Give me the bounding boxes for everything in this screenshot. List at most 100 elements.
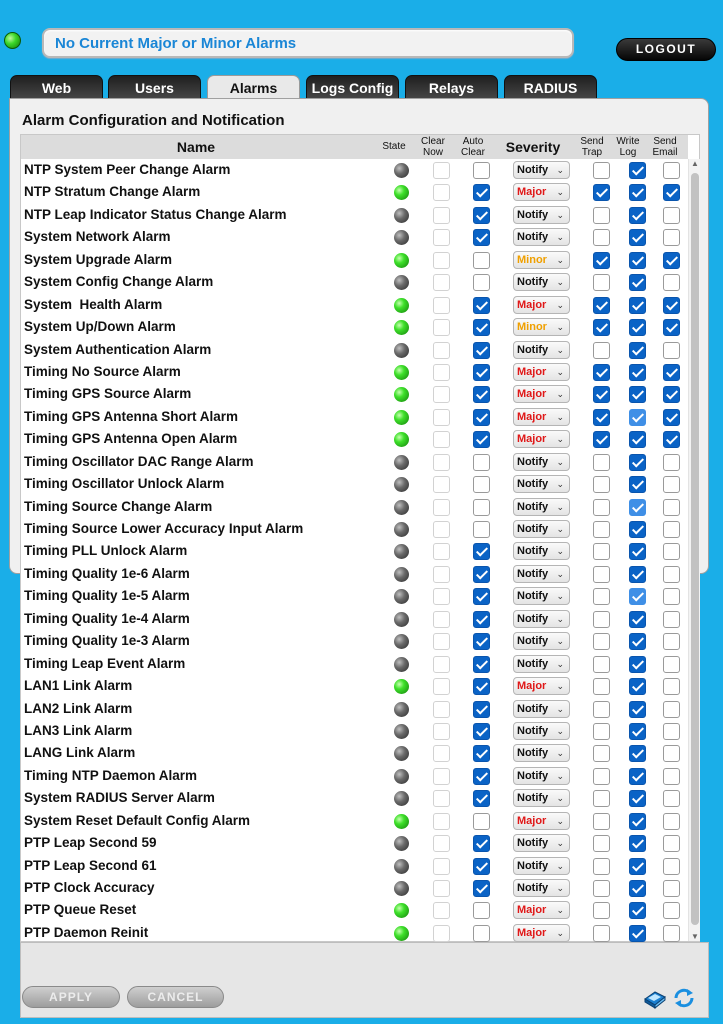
send-trap-checkbox[interactable] — [593, 476, 610, 494]
send-email-checkbox[interactable] — [663, 767, 680, 785]
auto-clear-checkbox[interactable] — [473, 700, 490, 718]
severity-select[interactable]: Notify ⌄ — [513, 542, 570, 561]
write-log-checkbox[interactable] — [629, 835, 646, 853]
write-log-checkbox[interactable] — [629, 543, 646, 561]
auto-clear-checkbox[interactable] — [473, 790, 490, 808]
severity-select[interactable]: Notify ⌄ — [513, 452, 570, 471]
severity-select[interactable]: Major ⌄ — [513, 430, 570, 449]
auto-clear-checkbox[interactable] — [473, 902, 490, 920]
tab-relays[interactable]: Relays — [405, 75, 498, 99]
write-log-checkbox[interactable] — [629, 162, 646, 179]
severity-select[interactable]: Major ⌄ — [513, 295, 570, 314]
write-log-checkbox[interactable] — [629, 229, 646, 247]
send-trap-checkbox[interactable] — [593, 588, 610, 606]
severity-select[interactable]: Notify ⌄ — [513, 721, 570, 740]
auto-clear-checkbox[interactable] — [473, 767, 490, 785]
write-log-checkbox[interactable] — [629, 251, 646, 269]
auto-clear-checkbox[interactable] — [473, 498, 490, 516]
auto-clear-checkbox[interactable] — [473, 363, 490, 381]
write-log-checkbox[interactable] — [629, 498, 646, 516]
write-log-checkbox[interactable] — [629, 296, 646, 314]
severity-select[interactable]: Major ⌄ — [513, 183, 570, 202]
logout-button[interactable]: LOGOUT — [616, 38, 716, 61]
write-log-checkbox[interactable] — [629, 386, 646, 404]
severity-select[interactable]: Notify ⌄ — [513, 564, 570, 583]
write-log-checkbox[interactable] — [629, 880, 646, 897]
severity-select[interactable]: Notify ⌄ — [513, 654, 570, 673]
severity-select[interactable]: Notify ⌄ — [513, 273, 570, 292]
tab-web[interactable]: Web — [10, 75, 103, 99]
auto-clear-checkbox[interactable] — [473, 857, 490, 875]
send-trap-checkbox[interactable] — [593, 924, 610, 942]
send-email-checkbox[interactable] — [663, 363, 680, 381]
send-email-checkbox[interactable] — [663, 206, 680, 224]
tab-radius[interactable]: RADIUS — [504, 75, 597, 99]
severity-select[interactable]: Notify ⌄ — [513, 228, 570, 247]
auto-clear-checkbox[interactable] — [473, 812, 490, 830]
send-trap-checkbox[interactable] — [593, 610, 610, 628]
send-email-checkbox[interactable] — [663, 408, 680, 426]
write-log-checkbox[interactable] — [629, 565, 646, 583]
write-log-checkbox[interactable] — [629, 812, 646, 830]
send-email-checkbox[interactable] — [663, 431, 680, 449]
severity-select[interactable]: Notify ⌄ — [513, 340, 570, 359]
severity-select[interactable]: Major ⌄ — [513, 407, 570, 426]
write-log-checkbox[interactable] — [629, 655, 646, 673]
auto-clear-checkbox[interactable] — [473, 633, 490, 651]
write-log-checkbox[interactable] — [629, 408, 646, 426]
tab-logs-config[interactable]: Logs Config — [306, 75, 399, 99]
severity-select[interactable]: Notify ⌄ — [513, 475, 570, 494]
send-email-checkbox[interactable] — [663, 319, 680, 337]
write-log-checkbox[interactable] — [629, 722, 646, 740]
write-log-checkbox[interactable] — [629, 319, 646, 337]
severity-select[interactable]: Minor ⌄ — [513, 250, 570, 269]
scroll-up-icon[interactable]: ▲ — [691, 159, 699, 168]
send-email-checkbox[interactable] — [663, 296, 680, 314]
send-trap-checkbox[interactable] — [593, 498, 610, 516]
send-trap-checkbox[interactable] — [593, 453, 610, 471]
send-email-checkbox[interactable] — [663, 521, 680, 538]
severity-select[interactable]: Major ⌄ — [513, 362, 570, 381]
send-email-checkbox[interactable] — [663, 655, 680, 673]
send-email-checkbox[interactable] — [663, 700, 680, 718]
send-trap-checkbox[interactable] — [593, 722, 610, 740]
auto-clear-checkbox[interactable] — [473, 251, 490, 269]
severity-select[interactable]: Notify ⌄ — [513, 699, 570, 718]
send-email-checkbox[interactable] — [663, 610, 680, 628]
send-trap-checkbox[interactable] — [593, 880, 610, 897]
send-trap-checkbox[interactable] — [593, 857, 610, 875]
severity-select[interactable]: Notify ⌄ — [513, 766, 570, 785]
send-trap-checkbox[interactable] — [593, 655, 610, 673]
write-log-checkbox[interactable] — [629, 790, 646, 808]
auto-clear-checkbox[interactable] — [473, 521, 490, 538]
send-trap-checkbox[interactable] — [593, 296, 610, 314]
send-trap-checkbox[interactable] — [593, 431, 610, 449]
write-log-checkbox[interactable] — [629, 700, 646, 718]
send-email-checkbox[interactable] — [663, 274, 680, 292]
send-email-checkbox[interactable] — [663, 857, 680, 875]
apply-button[interactable]: APPLY — [22, 986, 120, 1008]
write-log-checkbox[interactable] — [629, 857, 646, 875]
auto-clear-checkbox[interactable] — [473, 565, 490, 583]
auto-clear-checkbox[interactable] — [473, 543, 490, 561]
send-trap-checkbox[interactable] — [593, 521, 610, 538]
write-log-checkbox[interactable] — [629, 610, 646, 628]
auto-clear-checkbox[interactable] — [473, 678, 490, 696]
send-email-checkbox[interactable] — [663, 722, 680, 740]
send-trap-checkbox[interactable] — [593, 902, 610, 920]
write-log-checkbox[interactable] — [629, 767, 646, 785]
send-trap-checkbox[interactable] — [593, 790, 610, 808]
write-log-checkbox[interactable] — [629, 521, 646, 538]
auto-clear-checkbox[interactable] — [473, 408, 490, 426]
send-trap-checkbox[interactable] — [593, 565, 610, 583]
send-email-checkbox[interactable] — [663, 565, 680, 583]
severity-select[interactable]: Major ⌄ — [513, 901, 570, 920]
send-email-checkbox[interactable] — [663, 902, 680, 920]
auto-clear-checkbox[interactable] — [473, 184, 490, 202]
severity-select[interactable]: Notify ⌄ — [513, 744, 570, 763]
send-trap-checkbox[interactable] — [593, 274, 610, 292]
send-email-checkbox[interactable] — [663, 924, 680, 942]
severity-select[interactable]: Notify ⌄ — [513, 632, 570, 651]
table-scrollbar[interactable]: ▲ ▼ — [688, 159, 700, 941]
send-email-checkbox[interactable] — [663, 812, 680, 830]
